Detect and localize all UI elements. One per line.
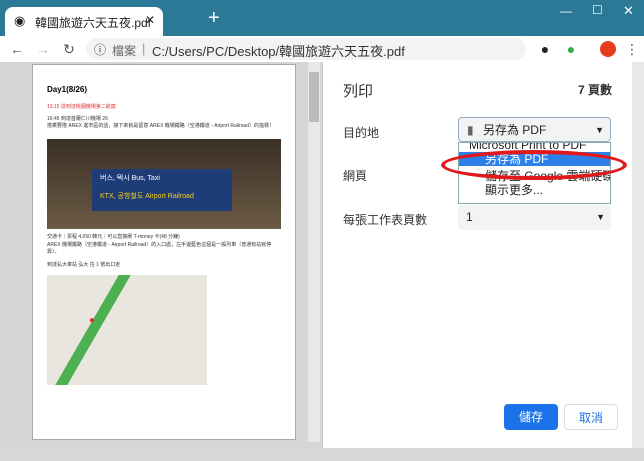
map-pin-icon: ●	[89, 315, 96, 326]
forward-icon[interactable]: →	[34, 38, 52, 60]
destination-label: 目的地	[343, 126, 380, 140]
reload-icon[interactable]: ↻	[60, 38, 78, 60]
red-annotation-ellipse	[441, 150, 627, 180]
doc-line: 13:15 從到達桃園機場第二航廈	[47, 104, 116, 110]
share-extension-icon[interactable]: ●	[563, 38, 579, 60]
globe-icon: ◉	[14, 13, 26, 28]
pages-per-sheet-select[interactable]: 1 ▼	[458, 205, 611, 230]
close-window-button[interactable]: ✕	[623, 3, 634, 19]
doc-heading: Day1(8/26)	[47, 85, 88, 94]
pdf-page-preview: Day1(8/26) 13:15 從到達桃園機場第二航廈 16:45 到達首爾仁…	[32, 64, 296, 440]
airport-photo: 버스, 택시 Bus, Taxi KTX, 공항철도 Airport Railr…	[47, 139, 281, 229]
doc-line: 16:45 到達首爾仁川機場 26	[47, 116, 108, 122]
tab-title: 韓國旅遊六天五夜.pdf	[35, 16, 152, 30]
doc-line: 交通卡｜票程 4,050 韓元｜可以直接刷 T-money 卡(48 分鐘)	[47, 234, 180, 240]
chevron-down-icon: ▼	[595, 125, 604, 135]
chevron-down-icon: ▼	[596, 212, 605, 222]
map-image: ●	[47, 275, 207, 385]
print-dialog: 列印 7 頁數 目的地 ▮ 另存為 PDF ▼ Microsoft Print …	[322, 62, 632, 448]
pages-per-sheet-value: 1	[466, 210, 473, 224]
menu-icon[interactable]: ⋮	[625, 38, 639, 60]
destination-value: 另存為 PDF	[482, 123, 547, 137]
divider: |	[142, 41, 146, 56]
info-icon: ⓘ	[94, 43, 107, 57]
doc-line: AREX 機場鐵路（空港鐵道 - Airport Railroad）的入口處，左…	[47, 242, 272, 255]
option-show-more[interactable]: 顯示更多...	[459, 183, 610, 197]
close-tab-icon[interactable]: ✕	[145, 13, 155, 27]
url-scheme-label: 檔案	[112, 44, 137, 58]
tab-active[interactable]: ◉ 韓國旅遊六天五夜.pdf ✕	[5, 7, 163, 36]
new-tab-button[interactable]: +	[208, 7, 220, 30]
destination-select[interactable]: ▮ 另存為 PDF ▼	[458, 117, 611, 142]
right-scrollbar[interactable]	[632, 62, 644, 448]
photo-sign-railroad: KTX, 공항철도 Airport Railroad	[100, 193, 194, 200]
cancel-button[interactable]: 取消	[564, 404, 618, 430]
horizontal-scrollbar[interactable]	[0, 448, 644, 461]
url-text: C:/Users/PC/Desktop/韓國旅遊六天五夜.pdf	[152, 44, 405, 59]
preview-scrollbar[interactable]	[308, 62, 320, 442]
extension-icon[interactable]: ●	[537, 38, 553, 60]
page-count: 7 頁數	[577, 83, 612, 97]
profile-avatar[interactable]	[600, 41, 616, 57]
minimize-button[interactable]: —	[560, 4, 572, 18]
save-button[interactable]: 儲存	[504, 404, 558, 430]
print-title: 列印	[343, 83, 374, 100]
photo-sign-bus: 버스, 택시 Bus, Taxi	[100, 175, 160, 182]
address-bar[interactable]: ⓘ 檔案 | C:/Users/PC/Desktop/韓國旅遊六天五夜.pdf	[86, 38, 526, 60]
maximize-button[interactable]: ☐	[592, 3, 603, 17]
doc-line: 搭乘要搭 AREX 進市區的話，接下來就是留意 AREX 機場鐵路（空港鐵道 -…	[47, 123, 274, 129]
tab-bar: ◉ 韓國旅遊六天五夜.pdf ✕ + — ☐ ✕	[0, 0, 644, 36]
back-icon[interactable]: ←	[8, 38, 26, 60]
document-icon: ▮	[467, 123, 474, 137]
pages-per-sheet-label: 每張工作表頁數	[343, 213, 428, 227]
doc-line: 到達弘大車站 弘大 往 1 號出口走	[47, 262, 121, 268]
pages-label: 網頁	[343, 169, 368, 183]
